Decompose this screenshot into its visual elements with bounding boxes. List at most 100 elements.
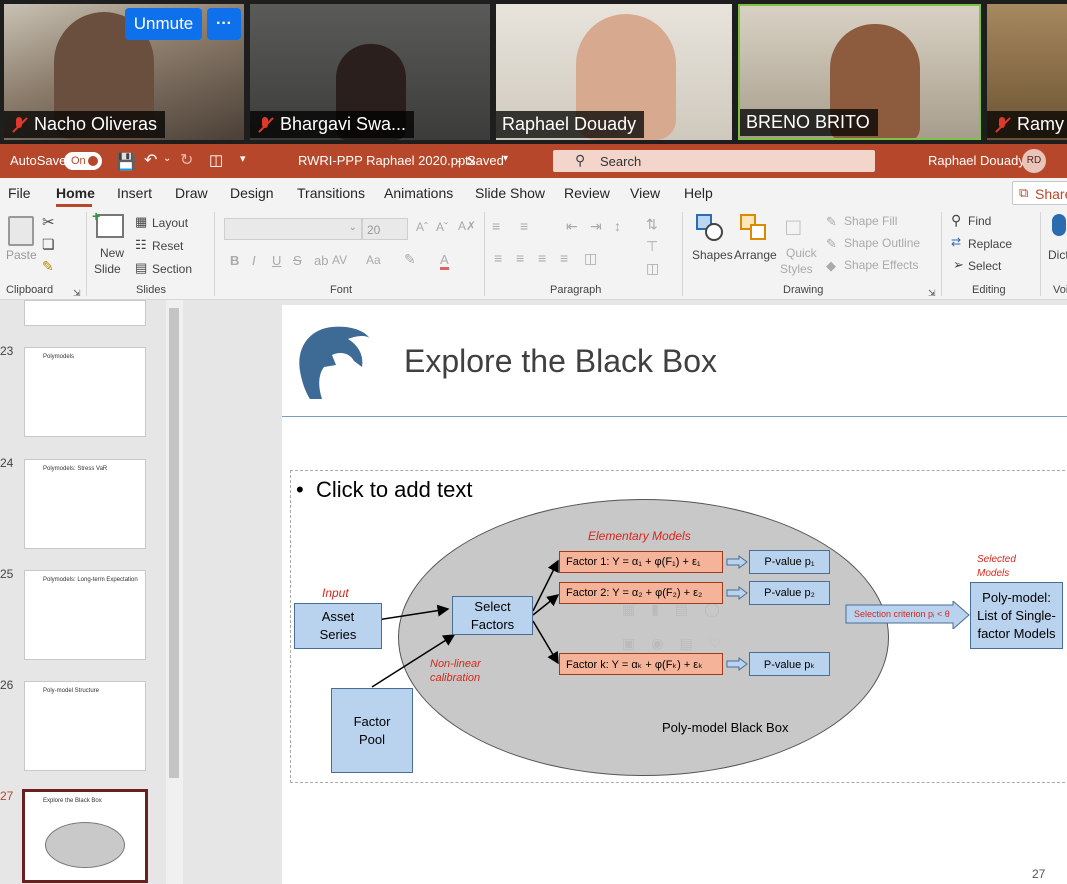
tab-animations[interactable]: Animations <box>384 185 453 201</box>
save-icon[interactable]: 💾 <box>116 152 136 172</box>
highlight-icon[interactable]: ✎ <box>404 251 416 268</box>
quick-styles-icon[interactable]: □ <box>786 214 801 242</box>
share-button[interactable]: ⧉ Share <box>1012 181 1067 205</box>
grow-font-icon[interactable]: Aˆ <box>416 220 428 234</box>
factor-pool-box[interactable]: Factor Pool <box>331 688 413 773</box>
align-center-icon[interactable]: ≡ <box>516 250 524 266</box>
underline-icon[interactable]: U <box>272 253 281 268</box>
arrange-icon[interactable] <box>740 214 768 242</box>
styles-label[interactable]: Styles <box>780 262 813 276</box>
font-family-select[interactable]: ⌄ <box>224 218 362 240</box>
decrease-indent-icon[interactable]: ⇤ <box>566 218 578 235</box>
shapes-label[interactable]: Shapes <box>692 248 733 262</box>
autosave-toggle[interactable]: On <box>64 152 102 170</box>
replace-icon[interactable]: ⇄ <box>951 235 961 249</box>
align-left-icon[interactable]: ≡ <box>494 250 502 266</box>
unmute-button[interactable]: Unmute <box>125 8 202 40</box>
pvalue-1-box[interactable]: P-value p₁ <box>749 550 830 574</box>
strikethrough-icon[interactable]: S <box>293 253 302 268</box>
tab-review[interactable]: Review <box>564 185 610 201</box>
thumbnail-23[interactable]: Polymodels <box>24 347 146 437</box>
shape-fill-button[interactable]: Shape Fill <box>844 214 897 228</box>
save-status-dropdown-icon[interactable]: ▾ <box>503 153 508 164</box>
tab-help[interactable]: Help <box>684 185 713 201</box>
tab-design[interactable]: Design <box>230 185 274 201</box>
section-icon[interactable]: ▤ <box>135 260 147 276</box>
new-slide-label[interactable]: New <box>100 246 124 260</box>
select-button[interactable]: Select <box>968 259 1001 273</box>
cut-icon[interactable]: ✂ <box>42 213 55 231</box>
align-text-icon[interactable]: ⊤ <box>646 238 658 255</box>
layout-button[interactable]: Layout <box>152 216 188 230</box>
scrollbar-thumb[interactable] <box>169 308 179 778</box>
layout-icon[interactable]: ▦ <box>135 214 147 230</box>
video-tile-4-active[interactable]: BRENO BRITO <box>738 4 981 140</box>
clear-format-icon[interactable]: A✗ <box>458 219 476 233</box>
customize-toolbar-icon[interactable]: ▾ <box>240 152 246 165</box>
video-tile-5[interactable]: Ramy <box>987 4 1067 140</box>
thumbnail-27-selected[interactable]: Explore the Black Box <box>22 789 148 883</box>
slide-canvas[interactable]: Explore the Black Box • Click to add tex… <box>282 305 1067 884</box>
font-size-select[interactable]: 20 <box>362 218 408 240</box>
arrange-label[interactable]: Arrange <box>734 248 777 262</box>
tab-file[interactable]: File <box>8 185 31 201</box>
shape-effects-button[interactable]: Shape Effects <box>844 258 919 272</box>
smartart-icon[interactable]: ◫ <box>646 260 659 277</box>
shape-outline-button[interactable]: Shape Outline <box>844 236 920 250</box>
justify-icon[interactable]: ≡ <box>560 250 568 266</box>
quick-label[interactable]: Quick <box>786 246 817 260</box>
increase-indent-icon[interactable]: ⇥ <box>590 218 602 235</box>
drawing-launcher-icon[interactable]: ⇲ <box>928 288 936 299</box>
change-case-icon[interactable]: Aa <box>366 253 381 267</box>
paste-label[interactable]: Paste <box>6 248 37 262</box>
tab-draw[interactable]: Draw <box>175 185 208 201</box>
select-factors-box[interactable]: Select Factors <box>452 596 533 635</box>
clipboard-launcher-icon[interactable]: ⇲ <box>73 288 81 299</box>
format-painter-icon[interactable]: ✎ <box>42 258 54 275</box>
undo-icon[interactable]: ↶ <box>144 150 157 170</box>
shadow-icon[interactable]: ab <box>314 253 328 268</box>
text-direction-icon[interactable]: ⇅ <box>646 216 658 233</box>
redo-icon[interactable]: ↻ <box>180 150 193 170</box>
pvalue-2-box[interactable]: P-value p₂ <box>749 581 830 605</box>
columns-icon[interactable]: ◫ <box>584 250 597 267</box>
tab-insert[interactable]: Insert <box>117 185 152 201</box>
shape-effects-icon[interactable]: ◆ <box>826 258 836 274</box>
search-box[interactable]: ⚲ Search <box>553 150 875 172</box>
tab-home[interactable]: Home <box>56 185 95 201</box>
bold-icon[interactable]: B <box>230 253 239 268</box>
thumbnail-partial[interactable] <box>24 300 146 326</box>
shape-outline-icon[interactable]: ✎ <box>826 236 837 252</box>
asset-series-box[interactable]: Asset Series <box>294 603 382 649</box>
reset-icon[interactable]: ☷ <box>135 237 147 253</box>
bullets-icon[interactable]: ≡ <box>492 218 500 234</box>
dictate-label[interactable]: Dict <box>1048 248 1067 262</box>
numbering-icon[interactable]: ≡ <box>520 218 528 234</box>
factor-1-box[interactable]: Factor 1: Y = α₁ + φ(F₁) + ε₁ <box>559 551 723 573</box>
pvalue-k-box[interactable]: P-value pₖ <box>749 652 830 676</box>
new-slide-label-2[interactable]: Slide <box>94 262 121 276</box>
user-name[interactable]: Raphael Douady <box>928 153 1025 168</box>
copy-icon[interactable]: ❏ <box>42 236 55 253</box>
paste-icon[interactable] <box>8 216 34 246</box>
italic-icon[interactable]: I <box>252 253 256 268</box>
save-status[interactable]: Saved <box>467 153 504 168</box>
tab-transitions[interactable]: Transitions <box>297 185 365 201</box>
char-spacing-icon[interactable]: AV <box>332 253 347 267</box>
find-button[interactable]: Find <box>968 214 991 228</box>
new-slide-icon[interactable]: + <box>92 208 124 238</box>
present-icon[interactable]: ◫ <box>209 151 223 169</box>
select-icon[interactable]: ➢ <box>953 257 964 273</box>
shape-fill-icon[interactable]: ✎ <box>826 214 837 230</box>
tab-view[interactable]: View <box>630 185 660 201</box>
factor-k-box[interactable]: Factor k: Y = αₖ + φ(Fₖ) + εₖ <box>559 653 723 675</box>
align-right-icon[interactable]: ≡ <box>538 250 546 266</box>
thumbnail-26[interactable]: Poly-model Structure <box>24 681 146 771</box>
more-options-button[interactable]: ··· <box>207 8 241 40</box>
thumbnail-24[interactable]: Polymodels: Stress VaR <box>24 459 146 549</box>
font-color-icon[interactable]: A <box>440 252 449 270</box>
shapes-icon[interactable] <box>696 214 724 242</box>
replace-button[interactable]: Replace <box>968 237 1012 251</box>
video-tile-2[interactable]: Bhargavi Swa... <box>250 4 490 140</box>
find-icon[interactable]: ⚲ <box>951 212 961 229</box>
